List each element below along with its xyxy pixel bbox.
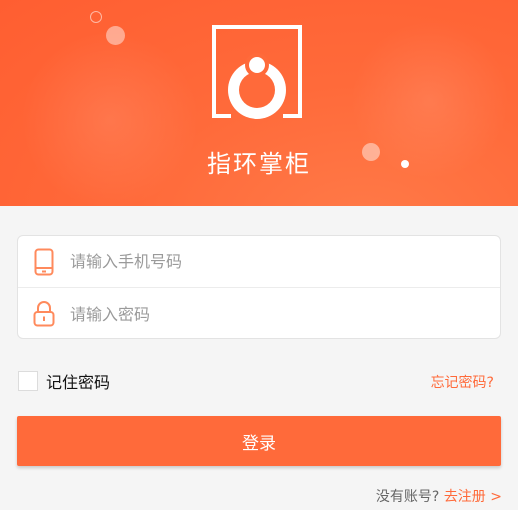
decor-glow (20, 30, 200, 206)
phone-input[interactable] (70, 241, 470, 282)
password-field-row (18, 288, 500, 340)
decor-dot (90, 11, 102, 23)
lock-icon (18, 288, 70, 340)
ring-holder-logo-icon (211, 24, 303, 136)
phone-field-row (18, 236, 500, 288)
forgot-password-link[interactable]: 忘记密码? (431, 372, 494, 392)
login-form (17, 235, 501, 339)
remember-password: 记住密码 (18, 369, 110, 393)
register-prompt: 没有账号? 去注册 > (376, 486, 502, 506)
login-button[interactable]: 登录 (17, 416, 501, 466)
remember-label[interactable]: 记住密码 (46, 369, 110, 393)
app-title: 指环掌柜 (207, 150, 311, 178)
decor-dot (106, 26, 125, 45)
password-input[interactable] (70, 294, 470, 334)
no-account-text: 没有账号? (375, 489, 440, 505)
phone-icon (18, 236, 70, 288)
header-banner: 指环掌柜 (0, 0, 518, 206)
remember-checkbox[interactable] (18, 371, 38, 391)
register-link[interactable]: 去注册 > (444, 489, 502, 505)
